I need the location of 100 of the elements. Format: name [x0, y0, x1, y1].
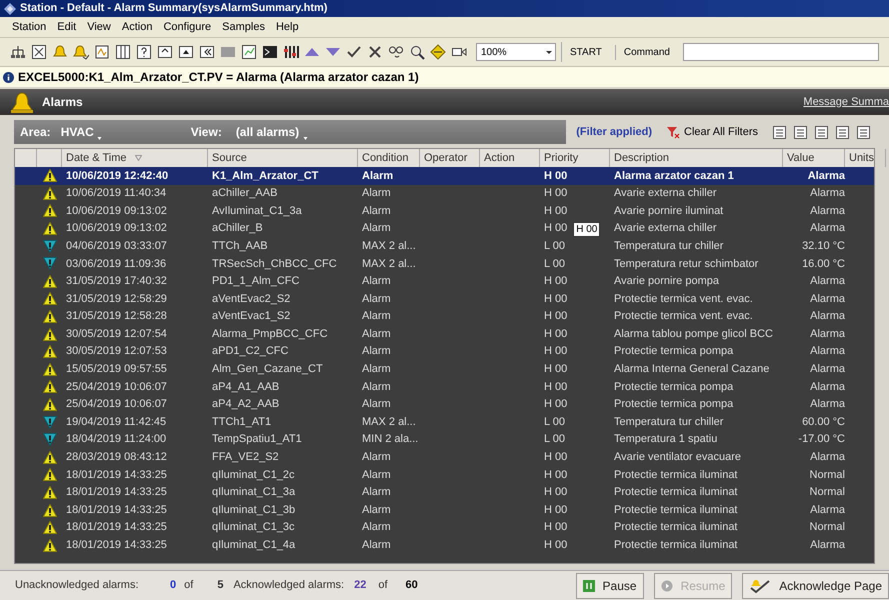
table-cell: Alarma: [810, 451, 845, 464]
bell-icon[interactable]: [73, 44, 89, 60]
clear-filters-button[interactable]: Clear All Filters: [666, 124, 758, 140]
table-cell: Protectie termica pompa: [614, 380, 734, 393]
message-summary-link[interactable]: Message Summa: [803, 94, 889, 110]
table-cell: 18/01/2019 14:33:25: [66, 521, 167, 534]
diamond-icon[interactable]: [430, 44, 446, 60]
menu-item[interactable]: Action: [122, 18, 152, 36]
table-cell: H 00: [544, 345, 568, 358]
table-cell: H 00: [544, 451, 568, 464]
table-cell: aVentEvac2_S2: [212, 292, 290, 305]
check-icon[interactable]: [346, 44, 362, 60]
terminal-icon[interactable]: [262, 44, 278, 60]
menu-item[interactable]: Station: [12, 18, 46, 36]
alarm-row[interactable]: 31/05/2019 12:58:29 aVentEvac2_S2 Alarm H 00 Protectie termica vent. evac. Alarma: [15, 290, 874, 308]
zoom-field[interactable]: 100%: [476, 43, 556, 61]
table-cell: Alarma: [810, 222, 845, 234]
menu-item[interactable]: Samples: [222, 18, 265, 36]
window-icon[interactable]: [178, 44, 194, 60]
table-cell: Alarma: [810, 328, 845, 340]
table-cell: Alarm: [362, 468, 391, 481]
list-icon[interactable]: [793, 124, 808, 140]
table-cell: Alarm: [362, 222, 391, 234]
table-cell: Alarma Interna General Cazane: [614, 363, 770, 376]
table-cell: TRSecSch_ChBCC_CFC: [212, 258, 337, 270]
menu-item[interactable]: Edit: [57, 18, 76, 36]
table-cell: Temperatura 1 spatiu: [614, 433, 718, 446]
column-title: Action: [484, 150, 515, 166]
table-cell: Alarma: [810, 187, 845, 200]
sliders-icon[interactable]: [283, 44, 299, 60]
status-count: 0: [170, 578, 176, 594]
help-icon[interactable]: [136, 44, 152, 60]
table-cell: 30/05/2019 12:07:53: [66, 345, 167, 358]
alarm-row[interactable]: 31/05/2019 12:58:28 aVentEvac1_S2 Alarm H 00 Protectie termica vent. evac. Alarma: [15, 308, 874, 326]
table-cell: Alarm: [362, 451, 391, 464]
alarm-row[interactable]: 25/04/2019 10:06:07 aP4_A1_AAB Alarm H 00 Protectie termica pompa Alarma: [15, 378, 874, 396]
alarm-row[interactable]: 04/06/2019 03:33:07 TTCh_AAB MAX 2 al... L 00 Temperatura tur chiller 32.10 °C: [15, 237, 874, 255]
table-cell: 32.10 °C: [802, 240, 845, 252]
pause-button[interactable]: Pause: [576, 572, 644, 598]
glasses-icon[interactable]: [388, 44, 404, 60]
alarm-row[interactable]: 10/06/2019 12:42:40 K1_Alm_Arzator_CT Alarm H 00 Alarma arzator cazan 1 Alarma: [15, 167, 874, 185]
ack-button[interactable]: Acknowledge Page: [742, 572, 889, 598]
status-label: Unacknowledged alarms:: [15, 578, 140, 594]
alarm-row[interactable]: 25/04/2019 10:06:07 aP4_A2_AAB Alarm H 00 Protectie termica pompa Alarma: [15, 396, 874, 414]
alarm-row[interactable]: 18/01/2019 14:33:25 qIluminat_C1_3c Alarm H 00 Protectie termica iluminat Normal: [15, 518, 874, 536]
alarm-row[interactable]: 03/06/2019 11:09:36 TRSecSch_ChBCC_CFC MAX 2 al... L 00 Temperatura retur schimbator 16.00 °C: [15, 254, 874, 273]
network-icon[interactable]: [10, 44, 26, 60]
alarm-row[interactable]: 30/05/2019 12:07:53 aPD1_C2_CFC Alarm H 00 Protectie termica pompa Alarma: [15, 342, 874, 361]
alarm-row[interactable]: 18/01/2019 14:33:25 qIluminat_C1_3a Alarm H 00 Protectie termica iluminat Normal: [15, 484, 874, 502]
table-cell: Temperatura retur schimbator: [614, 258, 758, 270]
table-cell: Protectie termica iluminat: [614, 539, 738, 552]
table-cell: MAX 2 al...: [362, 258, 416, 270]
alarm-row[interactable]: 30/05/2019 12:07:54 Alarma_PmpBCC_CFC Alarm H 00 Alarma tablou pompe glicol BCC Alarma: [15, 325, 874, 343]
alarm-row[interactable]: 10/06/2019 09:13:02 aChiller_B Alarm H 00 H 00 Avarie externa chiller Alarma: [15, 220, 874, 238]
menu-item[interactable]: Configure: [163, 18, 212, 36]
close-icon[interactable]: [367, 44, 383, 60]
table-cell: TTCh1_AT1: [212, 416, 272, 428]
table-cell: Normal: [810, 486, 845, 498]
alarm-row[interactable]: 31/05/2019 17:40:32 PD1_1_Alm_CFC Alarm H 00 Avarie pornire pompa Alarma: [15, 272, 874, 290]
alarm-row[interactable]: 19/04/2019 11:42:45 TTCh1_AT1 MAX 2 al... L 00 Temperatura tur chiller 60.00 °C: [15, 413, 874, 431]
table-cell: Alarm: [362, 363, 391, 376]
menu-item[interactable]: View: [87, 18, 111, 36]
alarm-row[interactable]: 18/01/2019 14:33:25 qIluminat_C1_3b Alarm H 00 Protectie termica iluminat Alarma: [15, 501, 874, 519]
command-field[interactable]: [683, 43, 879, 61]
menu-item[interactable]: Help: [276, 18, 299, 36]
alarm-row[interactable]: 15/05/2019 09:57:55 Alm_Gen_Cazane_CT Alarm H 00 Alarma Interna General Cazane Alarma: [15, 360, 874, 378]
alarm-row[interactable]: 18/04/2019 11:24:00 TempSpatiu1_AT1 MIN 2 ala... L 00 Temperatura 1 spatiu -17.00 °C: [15, 430, 874, 448]
search-icon[interactable]: [409, 44, 425, 60]
status-count: 60: [406, 578, 418, 594]
table-cell: Alarma: [810, 380, 845, 393]
table-cell: 60.00 °C: [802, 416, 845, 428]
column-title: Source: [212, 150, 247, 166]
table-cell: Alarma: [810, 345, 845, 358]
table-cell: qIluminat_C1_3b: [212, 504, 296, 516]
table-cell: aChiller_B: [212, 222, 263, 234]
chart-icon[interactable]: [241, 44, 257, 60]
table-cell: Alarm: [362, 170, 394, 182]
table-cell: 25/04/2019 10:06:07: [66, 380, 167, 393]
table-cell: 10/06/2019 11:40:34: [66, 187, 166, 200]
report-icon[interactable]: [94, 44, 110, 60]
back-icon[interactable]: [199, 44, 215, 60]
alarm-row[interactable]: 18/01/2019 14:33:25 qIluminat_C1_2c Alarm H 00 Protectie termica iluminat Normal: [15, 466, 874, 484]
alarm-row[interactable]: 10/06/2019 09:13:02 AvIluminat_C1_3a Alarm H 00 Avarie pornire iluminat Alarma: [15, 202, 874, 220]
table-cell: Avarie ventilator evacuare: [614, 451, 741, 464]
area-dropdown[interactable]: HVAC: [60, 123, 191, 141]
table-cell: Alarma: [810, 275, 845, 288]
table-cell: Protectie termica iluminat: [614, 486, 738, 498]
start-button[interactable]: START: [561, 42, 610, 62]
view-dropdown[interactable]: (all alarms): [236, 123, 308, 141]
table-cell: L 00: [544, 416, 566, 428]
alarm-row[interactable]: 18/01/2019 14:33:25 qIluminat_C1_4a Alarm H 00 Protectie termica iluminat Alarma: [15, 536, 874, 554]
column-title: Priority: [544, 150, 578, 166]
table-cell: H 00: [544, 204, 568, 217]
window-icon[interactable]: [157, 44, 173, 60]
table-cell: MAX 2 al...: [362, 240, 416, 252]
table-cell: Alarm: [362, 275, 391, 288]
alarm-row[interactable]: 28/03/2019 08:43:12 FFA_VE2_S2 Alarm H 00 Avarie ventilator evacuare Alarma: [15, 448, 874, 466]
table-cell: 10/06/2019 09:13:02: [66, 222, 167, 234]
bell-icon: [10, 91, 34, 113]
alarm-row[interactable]: 10/06/2019 11:40:34 aChiller_AAB Alarm H 00 Avarie externa chiller Alarma: [15, 184, 874, 202]
